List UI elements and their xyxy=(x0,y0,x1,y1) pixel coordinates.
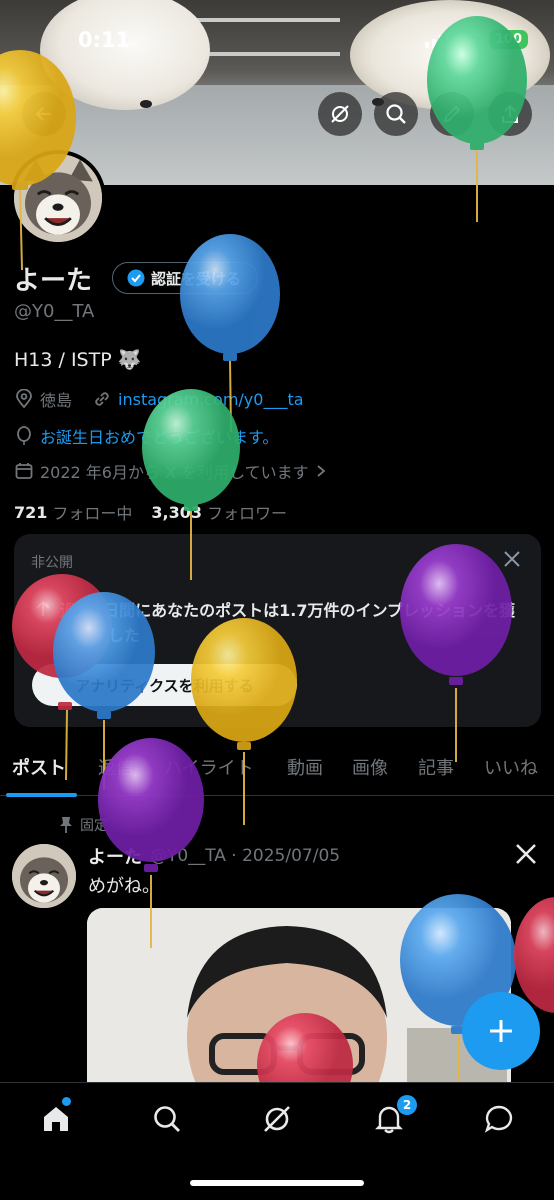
followers-count[interactable]: 3,303 xyxy=(151,503,202,522)
grok-icon xyxy=(264,1106,290,1132)
location-icon xyxy=(16,389,32,409)
balloon-icon xyxy=(17,426,31,445)
edit-icon xyxy=(443,105,461,123)
pinned-label: 固定 xyxy=(80,818,108,834)
following-count[interactable]: 721 xyxy=(14,503,47,522)
analytics-close-button[interactable] xyxy=(501,548,523,574)
post-photo[interactable] xyxy=(87,908,511,1098)
post-author-avatar[interactable] xyxy=(12,844,76,908)
signal-icon xyxy=(424,31,450,48)
pinned-indicator: 固定 xyxy=(58,815,108,835)
analytics-card-label: 非公開 xyxy=(31,555,73,571)
tab-videos[interactable]: 動画 xyxy=(287,754,323,780)
post-text: めがね。 xyxy=(88,876,160,897)
tab-highlights[interactable]: ハイライト xyxy=(164,754,254,780)
get-verified-label: 認証を受ける xyxy=(151,269,242,288)
post-author-name[interactable]: よーた xyxy=(88,843,142,869)
followers-label[interactable]: フォロワー xyxy=(207,500,287,524)
tab-replies[interactable]: 返信 xyxy=(98,754,134,780)
grok-button[interactable] xyxy=(318,92,362,136)
pin-icon xyxy=(60,817,72,833)
search-button[interactable] xyxy=(374,92,418,136)
home-icon xyxy=(44,1107,68,1131)
profile-avatar[interactable] xyxy=(10,150,106,246)
search-icon xyxy=(154,1106,180,1132)
tab-articles[interactable]: 記事 xyxy=(418,754,454,780)
messages-icon xyxy=(484,1105,513,1133)
home-unread-dot xyxy=(62,1097,71,1106)
wolf-avatar-image xyxy=(12,844,76,908)
profile-bio: H13 / ISTP 🐺 xyxy=(14,349,142,371)
grok-icon xyxy=(331,105,349,123)
profile-display-name: よーた xyxy=(14,266,93,296)
profile-birthday[interactable]: お誕生日おめでとうございます。 xyxy=(40,424,278,448)
post-source-badge xyxy=(514,842,538,870)
battery-indicator: 100 xyxy=(488,30,528,49)
home-indicator xyxy=(190,1180,364,1186)
tab-posts[interactable]: ポスト xyxy=(12,754,66,780)
chevron-right-icon xyxy=(317,465,326,477)
status-indicators: 100 xyxy=(424,30,528,49)
profile-handle: @Y0__TA xyxy=(14,301,95,322)
profile-meta-row: 徳島 instagram.com/y0___ta xyxy=(14,387,304,411)
analytics-message: 過去7日間にあなたのポストは1.7万件のインプレッションを獲得しました xyxy=(60,601,515,645)
x-logo-icon xyxy=(516,844,536,864)
share-icon xyxy=(502,104,518,123)
notifications-badge: 2 xyxy=(397,1095,417,1115)
back-button[interactable] xyxy=(22,92,66,136)
balloon-decoration xyxy=(514,897,554,1013)
post-header: よーた @Y0__TA · 2025/07/05 xyxy=(88,843,340,869)
close-icon xyxy=(504,551,520,567)
nav-home[interactable] xyxy=(38,1097,74,1137)
profile-location: 徳島 xyxy=(40,391,73,410)
nav-grok[interactable] xyxy=(259,1101,295,1137)
calendar-icon xyxy=(15,463,33,479)
follow-stats: 721 フォロー中 3,303 フォロワー xyxy=(14,500,287,524)
profile-website-link[interactable]: instagram.com/y0___ta xyxy=(118,390,304,409)
following-label[interactable]: フォロー中 xyxy=(52,500,132,524)
profile-joined: 2022 年6月から X を利用しています xyxy=(40,463,309,482)
analytics-card: 非公開 過去7日間にあなたのポストは1.7万件のインプレッションを獲得しました … xyxy=(14,534,541,727)
profile-tabs: ポスト 返信 ハイライト 動画 画像 記事 いいね xyxy=(0,744,554,797)
edit-button[interactable] xyxy=(430,92,474,136)
share-button[interactable] xyxy=(488,92,532,136)
post-meta: @Y0__TA · 2025/07/05 xyxy=(150,846,341,866)
back-icon xyxy=(35,107,51,121)
tab-images[interactable]: 画像 xyxy=(352,754,388,780)
wolf-avatar-image xyxy=(14,154,102,242)
post-photo-image xyxy=(87,908,511,1098)
compose-icon xyxy=(490,1020,512,1042)
get-verified-button[interactable]: 認証を受ける xyxy=(112,262,259,294)
nav-notifications[interactable]: 2 xyxy=(371,1095,417,1137)
verified-icon xyxy=(127,269,145,287)
profile-joined-row[interactable]: 2022 年6月から X を利用しています xyxy=(14,459,327,483)
search-icon xyxy=(386,104,406,124)
link-icon xyxy=(95,392,109,406)
nav-messages[interactable] xyxy=(481,1101,517,1137)
profile-birthday-row: お誕生日おめでとうございます。 xyxy=(14,424,278,448)
compose-button[interactable] xyxy=(462,992,540,1070)
nav-search[interactable] xyxy=(149,1101,185,1137)
analytics-button[interactable]: アナリティクスを利用する xyxy=(32,664,297,706)
wifi-icon xyxy=(459,31,481,47)
tab-likes[interactable]: いいね xyxy=(484,754,538,780)
active-tab-indicator xyxy=(6,793,77,797)
status-time: 0:11 xyxy=(78,28,131,52)
